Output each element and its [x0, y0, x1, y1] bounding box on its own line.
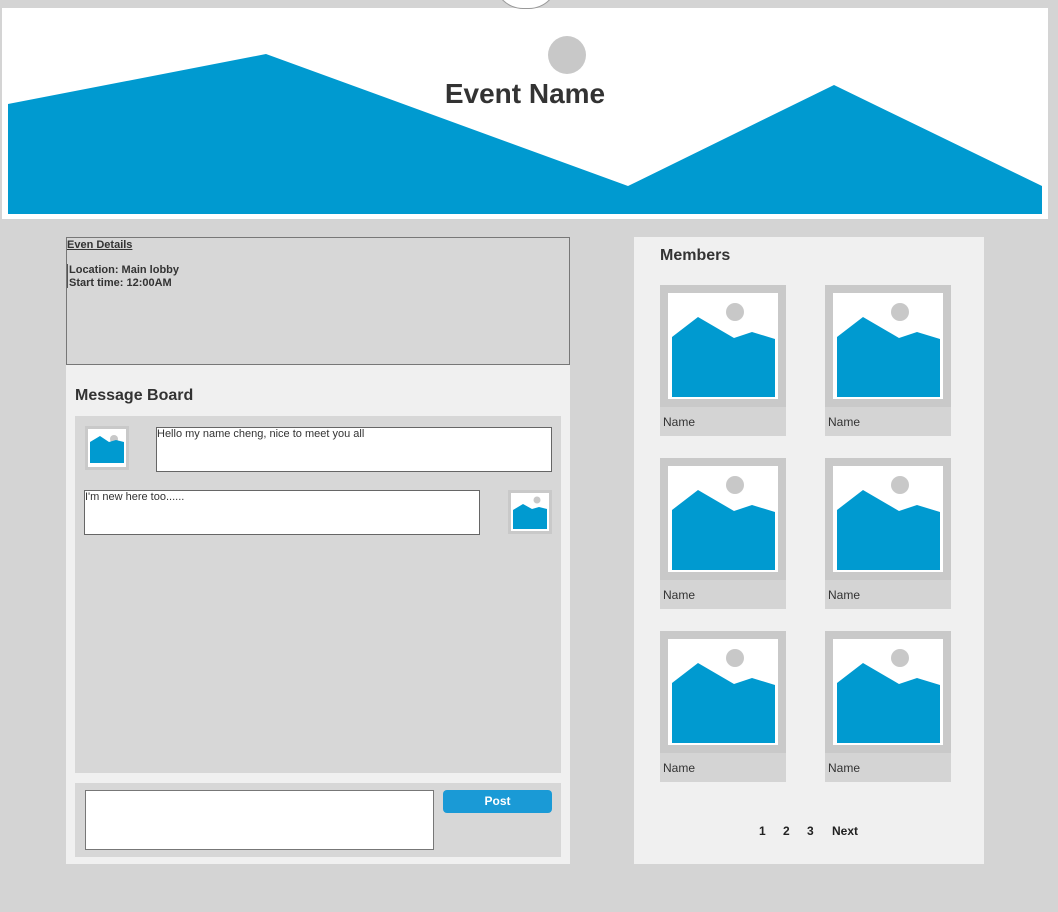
member-card[interactable]: Name [825, 631, 951, 782]
page-link-2[interactable]: 2 [783, 824, 790, 838]
member-card[interactable]: Name [825, 458, 951, 609]
image-placeholder-icon [837, 649, 940, 743]
message-bubble: I'm new here too...... [84, 490, 480, 535]
left-column: Even Details Location: Main lobby Start … [66, 237, 570, 864]
avatar[interactable] [508, 490, 552, 534]
event-start-time: Start time: 12:00AM [69, 277, 172, 289]
member-name: Name [663, 761, 696, 775]
image-placeholder-icon [837, 476, 940, 570]
image-placeholder-icon [513, 496, 547, 529]
member-card[interactable]: Name [660, 458, 786, 609]
member-card[interactable]: Name [825, 285, 951, 436]
message-text: Hello my name cheng, nice to meet you al… [157, 428, 365, 440]
member-name: Name [828, 761, 861, 775]
next-page-link[interactable]: Next [832, 824, 858, 838]
image-placeholder-icon [90, 435, 124, 463]
message-board-title: Message Board [75, 387, 194, 404]
event-banner: Event Name [2, 8, 1048, 219]
member-name: Name [828, 415, 861, 429]
banner-image-icon [8, 54, 1042, 214]
page-link-1[interactable]: 1 [759, 824, 766, 838]
members-title: Members [660, 247, 731, 264]
message-bubble: Hello my name cheng, nice to meet you al… [156, 427, 552, 472]
post-button[interactable]: Post [443, 790, 552, 813]
member-name: Name [663, 415, 696, 429]
text-cursor [67, 264, 68, 288]
image-placeholder-icon [672, 476, 775, 570]
message-board: Hello my name cheng, nice to meet you al… [75, 416, 561, 773]
post-composer: Post [75, 783, 561, 857]
member-card[interactable]: Name [660, 631, 786, 782]
event-title: Event Name [444, 78, 606, 109]
member-name: Name [828, 588, 861, 602]
members-panel: Members Name Name Name Name Name Name 1 … [634, 237, 984, 864]
sun-icon [548, 36, 586, 74]
event-location: Location: Main lobby [69, 264, 179, 276]
avatar[interactable] [85, 426, 129, 470]
image-placeholder-icon [672, 303, 775, 397]
image-placeholder-icon [672, 649, 775, 743]
message-text: I'm new here too...... [85, 491, 185, 503]
event-details-title[interactable]: Even Details [67, 239, 132, 251]
image-placeholder-icon [837, 303, 940, 397]
member-name: Name [663, 588, 696, 602]
event-details-box: Even Details Location: Main lobby Start … [66, 237, 570, 365]
page-link-3[interactable]: 3 [807, 824, 814, 838]
member-card[interactable]: Name [660, 285, 786, 436]
post-input[interactable] [85, 790, 434, 850]
